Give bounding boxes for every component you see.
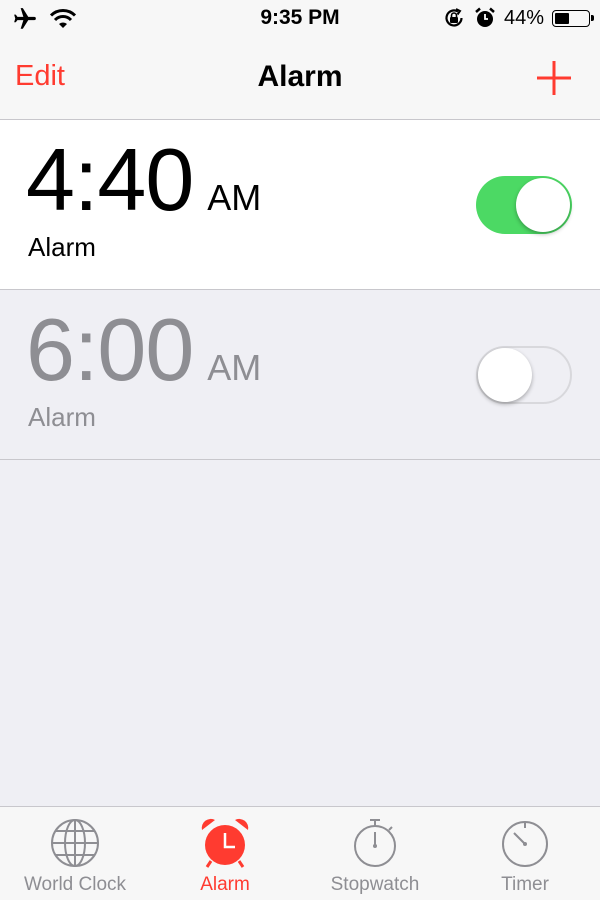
stopwatch-icon (354, 819, 396, 867)
add-alarm-button[interactable] (534, 58, 574, 98)
nav-bar: Edit Alarm (0, 40, 600, 120)
alarm-time: 6:00 (26, 300, 194, 399)
status-bar: 9:35 PM 44% (0, 0, 600, 40)
alarm-toggle[interactable] (476, 176, 572, 234)
tab-label: Timer (501, 874, 549, 895)
alarm-row[interactable]: 4:40 AM Alarm (0, 120, 600, 290)
tab-world-clock[interactable]: World Clock (0, 807, 150, 900)
alarm-label: Alarm (28, 232, 96, 262)
alarm-toggle[interactable] (476, 346, 572, 404)
tab-label: Alarm (200, 874, 250, 895)
status-right: 44% (442, 6, 594, 30)
alarm-clock-icon (201, 818, 249, 868)
plus-icon (537, 61, 571, 95)
battery-percent: 44% (503, 6, 544, 29)
battery-nub (591, 14, 594, 21)
tab-alarm[interactable]: Alarm (150, 807, 300, 900)
timer-icon (502, 821, 548, 867)
alarm-period: AM (207, 347, 262, 388)
tab-label: World Clock (23, 874, 127, 895)
toggle-knob (516, 178, 570, 232)
tab-bar: World Clock Alarm Stopwatch Timer (0, 806, 600, 900)
alarm-row[interactable]: 6:00 AM Alarm (0, 290, 600, 460)
alarm-time-group: 4:40 AM (26, 136, 261, 224)
alarm-list: 4:40 AM Alarm 6:00 AM Alarm (0, 120, 600, 460)
tab-timer[interactable]: Timer (450, 807, 600, 900)
alarm-label: Alarm (28, 402, 96, 432)
alarm-period: AM (207, 177, 262, 218)
globe-icon (51, 819, 99, 867)
toggle-knob (478, 348, 532, 402)
alarm-time: 4:40 (26, 130, 194, 229)
alarm-clock-icon (475, 7, 495, 27)
page-title: Alarm (257, 60, 343, 93)
alarm-time-group: 6:00 AM (26, 306, 261, 394)
rotation-lock-icon (445, 8, 463, 27)
battery-fill (555, 12, 570, 24)
battery-icon (552, 9, 594, 27)
tab-stopwatch[interactable]: Stopwatch (300, 807, 450, 900)
tab-label: Stopwatch (330, 874, 420, 895)
